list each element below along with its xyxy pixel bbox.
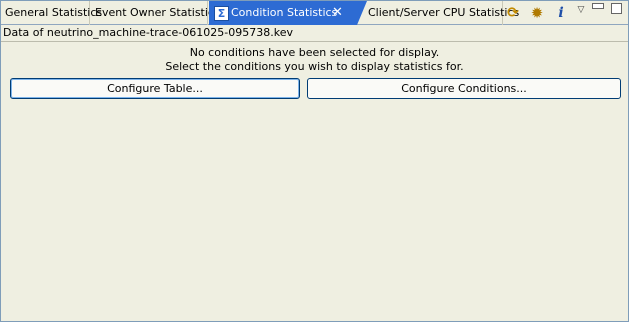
tab-condition-statistics[interactable]: Σ Condition Statistics ✕ [209,1,367,25]
tab-general-statistics[interactable]: General Statistics [1,1,102,25]
close-icon[interactable]: ✕ [332,1,343,25]
tab-bar: General Statistics Event Owner Statistic… [1,1,628,25]
gear-icon[interactable]: ✹ [528,4,546,22]
view-menu-icon[interactable]: ▽ [572,1,590,19]
configure-table-button[interactable]: Configure Table... [10,78,300,99]
sigma-icon: Σ [214,6,229,21]
minimize-icon[interactable] [592,3,604,9]
tab-client-server-cpu-statistics[interactable]: Client/Server CPU Statistics [364,1,519,25]
tab-label: Client/Server CPU Statistics [368,6,520,19]
tab-label: Event Owner Statistics [95,6,220,19]
tab-label: General Statistics [5,6,103,19]
refresh-icon[interactable]: ⟳ [504,4,522,22]
empty-message-line-2: Select the conditions you wish to displa… [165,60,464,73]
info-icon[interactable]: i [552,4,570,22]
empty-message-line-1: No conditions have been selected for dis… [189,46,440,59]
divider [1,41,628,42]
tab-event-owner-statistics[interactable]: Event Owner Statistics [91,1,220,25]
tab-label: Condition Statistics [231,6,338,19]
maximize-icon[interactable] [611,3,622,14]
condition-statistics-view: General Statistics Event Owner Statistic… [0,0,629,322]
data-source-title: Data of neutrino_machine-trace-061025-09… [3,26,293,39]
configure-conditions-button[interactable]: Configure Conditions... [307,78,621,99]
